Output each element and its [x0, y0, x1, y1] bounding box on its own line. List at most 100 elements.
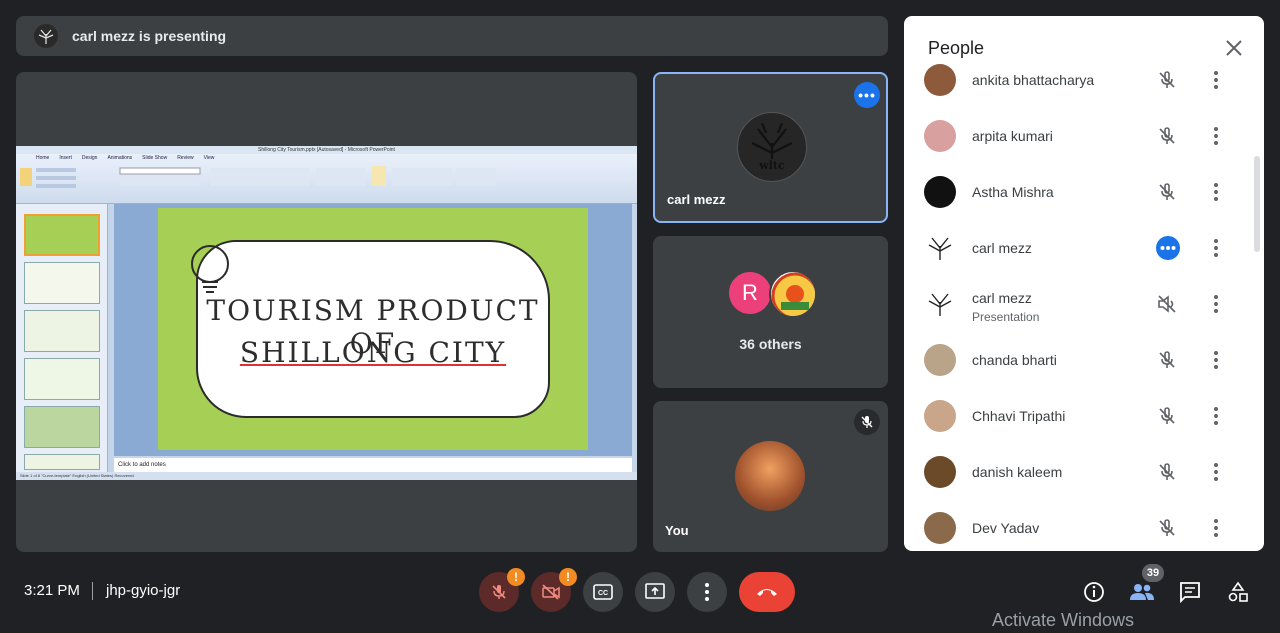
camera-off-icon — [542, 584, 560, 600]
mic-off-icon — [492, 585, 506, 599]
people-button[interactable] — [1128, 578, 1156, 606]
svg-text:CC: CC — [598, 590, 608, 597]
mic-off-icon[interactable] — [1156, 405, 1178, 427]
ppt-title-bar: Shillong City Tourism.pptx [Autosaved] -… — [16, 146, 637, 154]
warning-badge: ! — [507, 568, 525, 586]
mic-muted-icon — [854, 409, 880, 435]
self-tile-name: You — [665, 523, 689, 538]
more-vert-icon[interactable] — [1208, 349, 1224, 371]
participant-row[interactable]: Dev Yadav — [904, 500, 1256, 551]
close-icon[interactable] — [1222, 36, 1246, 60]
slide-thumbnail[interactable] — [24, 310, 100, 352]
self-tile[interactable]: You — [653, 401, 888, 552]
participant-row[interactable]: carl mezz — [904, 220, 1256, 276]
scrollbar[interactable] — [1254, 156, 1260, 252]
slide-editor[interactable]: TOURISM PRODUCT OF SHILLONG CITY — [114, 204, 632, 456]
hang-up-icon — [757, 589, 777, 596]
presenter-avatar — [34, 24, 58, 48]
participant-row[interactable]: Chhavi Tripathi — [904, 388, 1256, 444]
ppt-ribbon-tabs: Home Insert Design Animations Slide Show… — [16, 154, 637, 162]
more-options-button[interactable] — [687, 572, 727, 612]
people-panel-title: People — [928, 38, 985, 58]
slide-thumbnail[interactable] — [24, 358, 100, 400]
ppt-tab: Design — [81, 155, 98, 161]
slide-thumbnail[interactable] — [24, 454, 100, 470]
participant-row[interactable]: carl mezz Presentation — [904, 276, 1256, 332]
chat-button[interactable] — [1176, 578, 1204, 606]
more-vert-icon[interactable] — [1208, 293, 1224, 315]
presenting-banner: carl mezz is presenting — [16, 16, 888, 56]
participant-row[interactable]: Astha Mishra — [904, 164, 1256, 220]
activities-button[interactable] — [1224, 578, 1252, 606]
mic-off-icon[interactable] — [1156, 69, 1178, 91]
presentation-stage[interactable]: Shillong City Tourism.pptx [Autosaved] -… — [16, 72, 637, 552]
participant-list[interactable]: ankita bhattacharya arpita kumari Astha Mi… — [904, 64, 1256, 551]
camera-toggle-button[interactable]: ! — [531, 568, 577, 612]
slide-title-card: TOURISM PRODUCT OF SHILLONG CITY — [196, 240, 550, 418]
present-screen-icon — [645, 583, 665, 599]
participant-name: chanda bharti — [972, 352, 1057, 368]
mic-off-icon[interactable] — [1156, 181, 1178, 203]
participant-row[interactable]: chanda bharti — [904, 332, 1256, 388]
participant-avatar — [924, 344, 956, 376]
more-vert-icon[interactable] — [1208, 181, 1224, 203]
mic-off-icon[interactable] — [1156, 125, 1178, 147]
ppt-tab: View — [203, 155, 215, 161]
participant-name: arpita kumari — [972, 128, 1053, 144]
more-vert-icon[interactable] — [1208, 125, 1224, 147]
meeting-details-button[interactable] — [1080, 578, 1108, 606]
slide-thumbnail[interactable] — [24, 214, 100, 256]
people-panel: People ankita bhattacharya arpita kumari A… — [904, 16, 1264, 551]
participant-name: Chhavi Tripathi — [972, 408, 1066, 424]
divider — [92, 582, 93, 600]
present-now-button[interactable] — [635, 572, 675, 612]
meeting-code[interactable]: jhp-gyio-jgr — [106, 582, 180, 599]
powerpoint-window: Shillong City Tourism.pptx [Autosaved] -… — [16, 146, 637, 480]
people-icon — [1130, 584, 1154, 600]
slide-thumbnail[interactable] — [24, 406, 100, 448]
participant-name: carl mezz — [972, 240, 1032, 256]
more-vert-icon[interactable] — [1208, 517, 1224, 539]
info-icon — [1084, 582, 1104, 602]
others-tile[interactable]: R 36 others — [653, 236, 888, 388]
slide-thumbnail[interactable] — [24, 262, 100, 304]
more-vert-icon — [705, 583, 709, 601]
participant-avatar — [924, 288, 956, 320]
participant-row[interactable]: danish kaleem — [904, 444, 1256, 500]
participant-avatar — [924, 176, 956, 208]
more-vert-icon[interactable] — [1208, 237, 1224, 259]
more-vert-icon[interactable] — [1208, 405, 1224, 427]
participant-name: danish kaleem — [972, 464, 1063, 480]
participant-more-indicator-icon[interactable] — [1156, 236, 1180, 260]
leave-call-button[interactable] — [739, 572, 795, 612]
current-slide: TOURISM PRODUCT OF SHILLONG CITY — [158, 208, 588, 450]
more-options-button[interactable]: ••• — [854, 82, 880, 108]
slide-thumbnails[interactable] — [16, 204, 108, 472]
more-vert-icon[interactable] — [1208, 461, 1224, 483]
presenter-avatar-large: wltc — [737, 112, 807, 182]
participant-avatar — [924, 232, 956, 264]
participant-subtitle: Presentation — [972, 310, 1040, 324]
ppt-tab: Home — [36, 155, 50, 161]
ppt-ribbon: Home Insert Design Animations Slide Show… — [16, 154, 637, 204]
notes-pane[interactable]: Click to add notes — [114, 458, 632, 472]
participant-name: Dev Yadav — [972, 520, 1040, 536]
mic-toggle-button[interactable]: ! — [479, 568, 525, 612]
meet-window: carl mezz is presenting Shillong City To… — [0, 0, 1280, 633]
slide-title-line2: SHILLONG CITY — [198, 336, 548, 369]
mic-off-icon[interactable] — [1156, 349, 1178, 371]
mic-off-icon[interactable] — [1156, 461, 1178, 483]
speaker-off-icon[interactable] — [1156, 293, 1178, 315]
captions-button[interactable]: CC — [583, 572, 623, 612]
participant-row[interactable]: arpita kumari — [904, 108, 1256, 164]
more-vert-icon[interactable] — [1208, 69, 1224, 91]
participant-avatar — [924, 64, 956, 96]
clock: 3:21 PM — [24, 582, 80, 599]
participant-avatar — [924, 456, 956, 488]
presenting-text: carl mezz is presenting — [72, 28, 227, 44]
ppt-tab: Insert — [59, 155, 72, 161]
mic-off-icon[interactable] — [1156, 517, 1178, 539]
captions-icon: CC — [593, 584, 613, 600]
participant-row[interactable]: ankita bhattacharya — [904, 64, 1256, 108]
presenter-tile[interactable]: wltc ••• carl mezz — [653, 72, 888, 223]
